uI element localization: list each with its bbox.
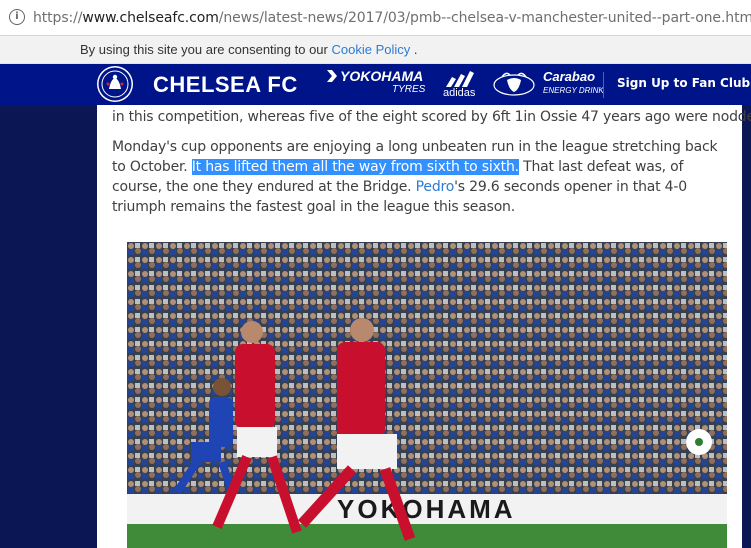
yokohama-wordmark: YOKOHAMA <box>340 68 424 84</box>
cookie-policy-link[interactable]: Cookie Policy <box>331 42 410 57</box>
adidas-wordmark: adidas <box>443 87 476 99</box>
article-paragraph-1: in this competition, whereas five of the… <box>112 109 751 125</box>
football-icon <box>686 429 712 455</box>
info-icon[interactable]: i <box>9 9 25 25</box>
right-background-rail <box>742 105 751 548</box>
left-background-rail <box>0 105 97 548</box>
cookie-suffix: . <box>410 42 418 57</box>
photo-board-text: YOKOHAMA <box>337 494 516 524</box>
signup-fan-club-link[interactable]: Sign Up to Fan Club <box>617 73 750 93</box>
brand-name[interactable]: CHELSEA FC <box>153 71 298 99</box>
address-bar[interactable]: i https://www.chelseafc.com/news/latest-… <box>0 0 751 36</box>
carabao-subtitle: ENERGY DRINK <box>543 86 604 95</box>
cookie-message: By using this site you are consenting to… <box>80 42 332 57</box>
url-scheme: https:// <box>33 10 83 26</box>
match-photo: YOKOHAMA <box>127 242 727 548</box>
article-body: in this competition, whereas five of the… <box>97 105 751 548</box>
site-header: CHELSEA FC YOKOHAMA TYRES adidas Carabao… <box>0 64 751 105</box>
adidas-logo-icon[interactable] <box>440 69 480 89</box>
nav-divider <box>603 72 604 98</box>
cookie-consent-bar: By using this site you are consenting to… <box>0 36 751 64</box>
cookie-text: By using this site you are consenting to… <box>80 42 417 58</box>
chelsea-crest-logo[interactable] <box>97 66 133 102</box>
bull-logo-icon[interactable] <box>492 68 536 102</box>
url-text[interactable]: https://www.chelseafc.com/news/latest-ne… <box>33 9 751 27</box>
article-paragraph-2: Monday's cup opponents are enjoying a lo… <box>112 137 732 217</box>
pedro-link[interactable]: Pedro <box>416 179 455 195</box>
url-host: www.chelseafc.com <box>82 10 219 26</box>
yokohama-subtitle: TYRES <box>392 84 426 95</box>
selected-text-highlight: It has lifted them all the way from sixt… <box>191 159 519 175</box>
url-path: /news/latest-news/2017/03/pmb--chelsea-v… <box>218 10 751 26</box>
carabao-wordmark[interactable]: Carabao <box>543 69 595 84</box>
